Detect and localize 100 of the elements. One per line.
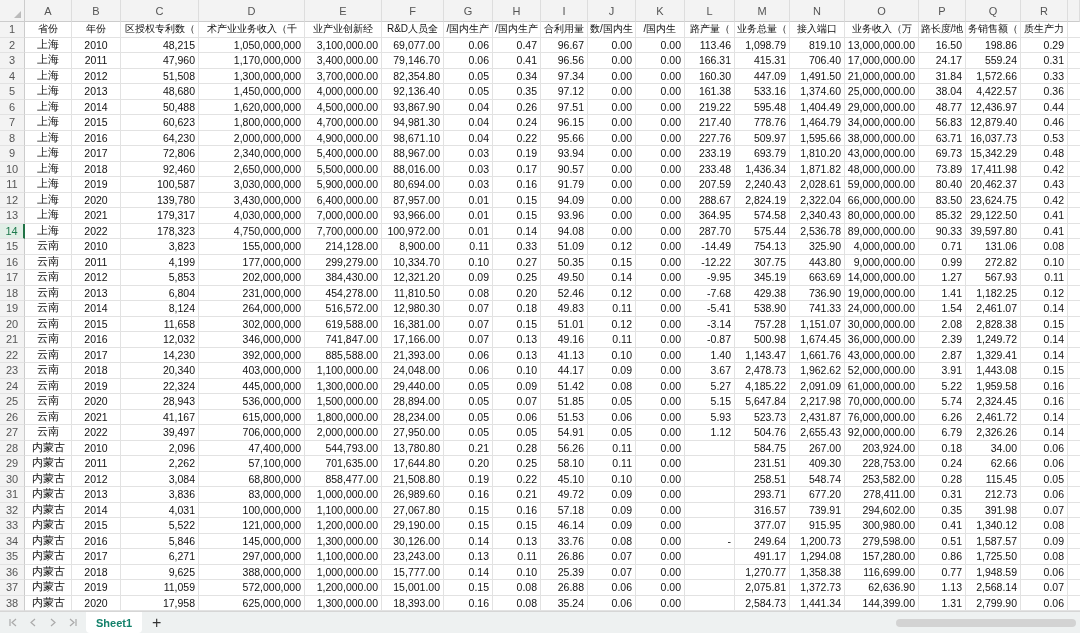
table-cell: 5,522 [121, 518, 199, 534]
table-cell: 3,030,000,000 [199, 177, 305, 193]
table-cell: 91.79 [541, 177, 588, 193]
row-header[interactable]: 21 [0, 332, 25, 348]
column-title: 路产量（ [685, 22, 735, 38]
table-cell: 0.05 [588, 394, 636, 410]
row-header[interactable]: 29 [0, 456, 25, 472]
column-header[interactable]: H [493, 0, 541, 22]
table-cell: 207.59 [685, 177, 735, 193]
row-header[interactable]: 9 [0, 146, 25, 162]
table-cell: 345.19 [735, 270, 790, 286]
table-cell: 0.00 [636, 332, 685, 348]
row-header[interactable]: 35 [0, 549, 25, 565]
table-cell: 741.33 [790, 301, 845, 317]
table-cell: 179,317 [121, 208, 199, 224]
row-header[interactable]: 11 [0, 177, 25, 193]
table-cell: 915.95 [790, 518, 845, 534]
column-header[interactable]: L [685, 0, 735, 22]
table-cell: 161.38 [685, 84, 735, 100]
table-cell: 0.00 [636, 394, 685, 410]
table-cell: 677.20 [790, 487, 845, 503]
row-header[interactable]: 33 [0, 518, 25, 534]
table-cell: 20,462.37 [966, 177, 1021, 193]
corner-triangle-icon [14, 11, 21, 18]
table-cell: 48,680 [121, 84, 199, 100]
table-cell: 2015 [72, 518, 121, 534]
table-cell: 上海 [25, 208, 72, 224]
row-header[interactable]: 5 [0, 84, 25, 100]
column-header[interactable]: B [72, 0, 121, 22]
column-header[interactable]: K [636, 0, 685, 22]
row-header[interactable]: 13 [0, 208, 25, 224]
column-header[interactable]: Q [966, 0, 1021, 22]
column-header[interactable]: R [1021, 0, 1068, 22]
table-cell: 0.06 [588, 580, 636, 596]
table-cell: 2015 [72, 115, 121, 131]
table-cell: 741,847.00 [305, 332, 382, 348]
table-cell: 0.41 [919, 518, 966, 534]
table-cell: 57,100,000 [199, 456, 305, 472]
column-header[interactable]: F [382, 0, 444, 22]
table-cell: 1.12 [685, 425, 735, 441]
table-cell: 1.27 [919, 270, 966, 286]
table-cell: 0.00 [636, 146, 685, 162]
table-cell: -0.87 [685, 332, 735, 348]
row-header[interactable]: 3 [0, 53, 25, 69]
table-cell: 2011 [72, 456, 121, 472]
table-cell: 0.05 [493, 425, 541, 441]
row-header[interactable]: 7 [0, 115, 25, 131]
row-header[interactable]: 31 [0, 487, 25, 503]
table-cell: 云南 [25, 301, 72, 317]
sheet-tab[interactable]: Sheet1 [86, 612, 143, 633]
table-cell: 0.21 [493, 487, 541, 503]
table-cell: 0.00 [588, 115, 636, 131]
table-cell: 0.11 [444, 239, 493, 255]
column-header[interactable]: I [541, 0, 588, 22]
table-cell: 0.09 [588, 363, 636, 379]
select-all-corner[interactable] [0, 0, 25, 22]
table-cell: 47,960 [121, 53, 199, 69]
table-cell: 0.00 [636, 425, 685, 441]
table-cell: 58.10 [541, 456, 588, 472]
table-cell: 0.09 [444, 270, 493, 286]
table-cell: 80,000,000.00 [845, 208, 919, 224]
table-cell: 100,587 [121, 177, 199, 193]
table-cell: 0.14 [1021, 301, 1068, 317]
column-header[interactable]: O [845, 0, 919, 22]
table-cell: 上海 [25, 146, 72, 162]
column-header[interactable]: P [919, 0, 966, 22]
horizontal-scrollbar[interactable] [896, 618, 1076, 627]
row-header[interactable]: 27 [0, 425, 25, 441]
table-cell: 2021 [72, 208, 121, 224]
row-header[interactable]: 1 [0, 22, 25, 38]
column-header[interactable]: M [735, 0, 790, 22]
column-header[interactable]: E [305, 0, 382, 22]
row-header[interactable]: 23 [0, 363, 25, 379]
table-cell: 663.69 [790, 270, 845, 286]
row-header[interactable]: 25 [0, 394, 25, 410]
row-header[interactable]: 19 [0, 301, 25, 317]
table-cell: 49.72 [541, 487, 588, 503]
row-header[interactable]: 17 [0, 270, 25, 286]
column-header[interactable]: A [25, 0, 72, 22]
table-cell: 96.56 [541, 53, 588, 69]
table-cell: 131.06 [966, 239, 1021, 255]
table-cell: 0.08 [1021, 518, 1068, 534]
table-cell: 214,128.00 [305, 239, 382, 255]
table-cell: 491.17 [735, 549, 790, 565]
column-header[interactable]: J [588, 0, 636, 22]
table-cell: 1,100,000.00 [305, 549, 382, 565]
table-cell: 228,753.00 [845, 456, 919, 472]
row-header[interactable]: 15 [0, 239, 25, 255]
table-cell: 0.35 [493, 84, 541, 100]
table-cell: 0.00 [636, 177, 685, 193]
column-header[interactable]: D [199, 0, 305, 22]
column-header[interactable]: G [444, 0, 493, 22]
column-header[interactable]: N [790, 0, 845, 22]
table-cell: 29,190.00 [382, 518, 444, 534]
add-sheet-button[interactable]: + [148, 613, 166, 632]
column-header[interactable]: C [121, 0, 199, 22]
table-cell: 上海 [25, 115, 72, 131]
table-cell: 0.08 [1021, 239, 1068, 255]
table-cell: 2017 [72, 549, 121, 565]
row-header[interactable]: 37 [0, 580, 25, 596]
